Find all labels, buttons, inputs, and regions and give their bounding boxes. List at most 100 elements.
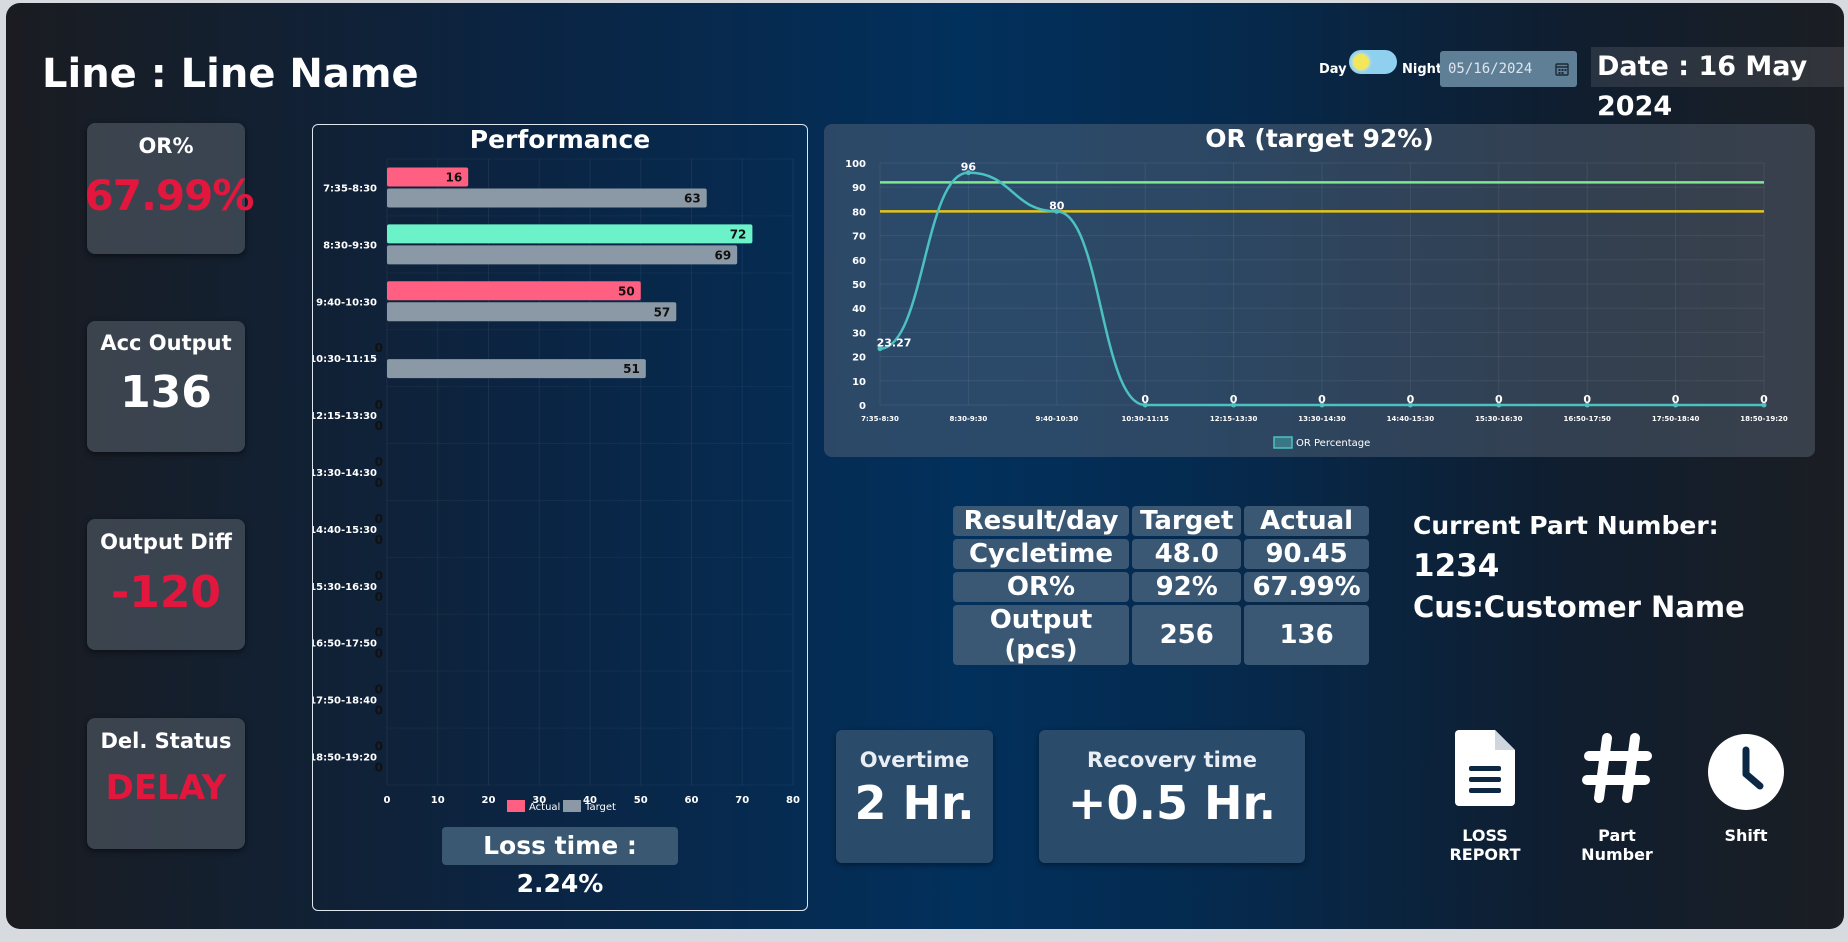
calendar-icon[interactable] xyxy=(1555,62,1569,76)
actual-value-label: 0 xyxy=(375,455,383,469)
x-tick-label: 15:30-16:30 xyxy=(1475,415,1523,423)
actual-value-label: 0 xyxy=(375,626,383,640)
x-tick-label: 50 xyxy=(634,795,648,806)
actual-value-label: 16 xyxy=(445,170,462,184)
clock-icon xyxy=(1708,734,1784,810)
overtime-card: Overtime 2 Hr. xyxy=(836,730,993,863)
or-data-label: 0 xyxy=(1318,393,1326,406)
target-bar xyxy=(387,359,646,379)
overtime-value: 2 Hr. xyxy=(854,776,975,830)
or-chart-panel: OR (target 92%) 0 10 20 30 40 50 60 70 80 90 100 7:… xyxy=(824,124,1815,457)
or-data-label: 80 xyxy=(1049,199,1065,212)
y-tick-label: 0 xyxy=(859,401,866,412)
results-header-cell: Target xyxy=(1132,506,1242,536)
customer-name: Cus:Customer Name xyxy=(1413,590,1745,624)
y-tick-label: 70 xyxy=(852,232,866,243)
part-info: Current Part Number: 1234 Cus:Customer N… xyxy=(1413,511,1745,624)
or-card: OR% 67.99% xyxy=(85,123,254,254)
y-tick-label: 15:30-16:30 xyxy=(313,582,377,593)
x-tick-label: 9:40-10:30 xyxy=(1035,415,1078,423)
or-data-label: 96 xyxy=(961,161,977,174)
or-value: 67.99% xyxy=(84,171,255,220)
y-tick-label: 80 xyxy=(852,207,866,218)
y-tick-label: 90 xyxy=(852,183,866,194)
output-diff-value: -120 xyxy=(110,567,222,618)
target-value-label: 51 xyxy=(623,362,640,376)
x-tick-label: 70 xyxy=(735,795,749,806)
y-tick-label: 100 xyxy=(845,159,866,170)
results-cell: 90.45 xyxy=(1244,539,1369,569)
or-data-label: 0 xyxy=(1760,393,1768,406)
date-input-value: 05/16/2024 xyxy=(1448,61,1533,77)
legend-label-target: Target xyxy=(584,802,616,813)
results-row: Cycletime 48.0 90.45 xyxy=(953,539,1369,569)
or-label: OR% xyxy=(138,134,194,158)
target-bar xyxy=(387,245,738,265)
target-value-label: 0 xyxy=(375,704,383,718)
y-tick-label: 14:40-15:30 xyxy=(313,525,377,536)
legend-label-actual: Actual xyxy=(529,802,560,813)
x-tick-label: 80 xyxy=(786,795,800,806)
target-bar xyxy=(387,188,707,208)
y-tick-label: 20 xyxy=(852,353,866,364)
y-tick-label: 8:30-9:30 xyxy=(323,240,377,251)
or-data-label: 0 xyxy=(1672,393,1680,406)
x-tick-label: 18:50-19:20 xyxy=(1740,415,1788,423)
loss-time-label: Loss time : 2.24% xyxy=(442,827,678,898)
y-tick-label: 7:35-8:30 xyxy=(323,183,377,194)
day-night-toggle[interactable] xyxy=(1349,50,1397,74)
shift-button[interactable]: Shift xyxy=(1696,730,1796,850)
legend-swatch-actual xyxy=(507,800,525,812)
x-tick-label: 10 xyxy=(431,795,445,806)
performance-panel: Performance 0 10 20 30 40 50 60 70 80 7:35-8:30 16… xyxy=(312,124,808,911)
x-tick-label: 13:30-14:30 xyxy=(1298,415,1346,423)
x-tick-label: 8:30-9:30 xyxy=(950,415,988,423)
x-tick-label: 12:15-13:30 xyxy=(1210,415,1258,423)
document-icon xyxy=(1455,730,1515,806)
actual-value-label: 72 xyxy=(730,227,747,241)
y-tick-label: 50 xyxy=(852,280,866,291)
part-number-button[interactable]: Part Number xyxy=(1561,730,1673,864)
x-tick-label: 20 xyxy=(482,795,496,806)
delivery-status-value: DELAY xyxy=(105,768,227,808)
x-tick-label: 16:50-17:50 xyxy=(1563,415,1611,423)
overtime-label: Overtime xyxy=(859,748,970,772)
results-row: OR% 92% 67.99% xyxy=(953,572,1369,602)
x-tick-label: 17:50-18:40 xyxy=(1652,415,1700,423)
or-data-label: 0 xyxy=(1407,393,1415,406)
target-value-label: 69 xyxy=(714,248,731,262)
actual-bar xyxy=(387,281,641,301)
results-header-cell: Actual xyxy=(1244,506,1369,536)
y-tick-label: 13:30-14:30 xyxy=(313,468,377,479)
y-tick-label: 10:30-11:15 xyxy=(313,354,377,365)
date-input[interactable]: 05/16/2024 xyxy=(1440,51,1577,87)
target-value-label: 63 xyxy=(684,191,701,205)
legend-swatch-or xyxy=(1273,436,1293,449)
y-tick-label: 16:50-17:50 xyxy=(313,639,377,650)
output-diff-card: Output Diff -120 xyxy=(87,519,245,650)
actual-value-label: 0 xyxy=(375,740,383,754)
target-value-label: 0 xyxy=(375,647,383,661)
y-tick-label: 17:50-18:40 xyxy=(313,696,377,707)
x-tick-label: 7:35-8:30 xyxy=(861,415,899,423)
recovery-value: +0.5 Hr. xyxy=(1067,776,1277,830)
y-tick-label: 10 xyxy=(852,377,866,388)
actual-value-label: 0 xyxy=(375,512,383,526)
delivery-status-card: Del. Status DELAY xyxy=(87,718,245,849)
actual-value-label: 0 xyxy=(375,398,383,412)
acc-output-card: Acc Output 136 xyxy=(87,321,245,452)
results-header-row: Result/day Target Actual xyxy=(953,506,1369,536)
actual-value-label: 0 xyxy=(375,569,383,583)
loss-report-button[interactable]: LOSS REPORT xyxy=(1424,730,1546,864)
delivery-status-label: Del. Status xyxy=(100,729,232,753)
or-data-label: 0 xyxy=(1230,393,1238,406)
sun-icon xyxy=(1353,54,1369,70)
target-value-label: 0 xyxy=(375,476,383,490)
or-data-label: 0 xyxy=(1583,393,1591,406)
recovery-card: Recovery time +0.5 Hr. xyxy=(1039,730,1305,863)
toggle-night-label: Night xyxy=(1402,62,1443,77)
part-number-label: Current Part Number: xyxy=(1413,511,1719,540)
part-number-value: 1234 xyxy=(1413,548,1500,584)
y-tick-label: 40 xyxy=(852,304,866,315)
or-data-label: 23.27 xyxy=(877,337,912,350)
